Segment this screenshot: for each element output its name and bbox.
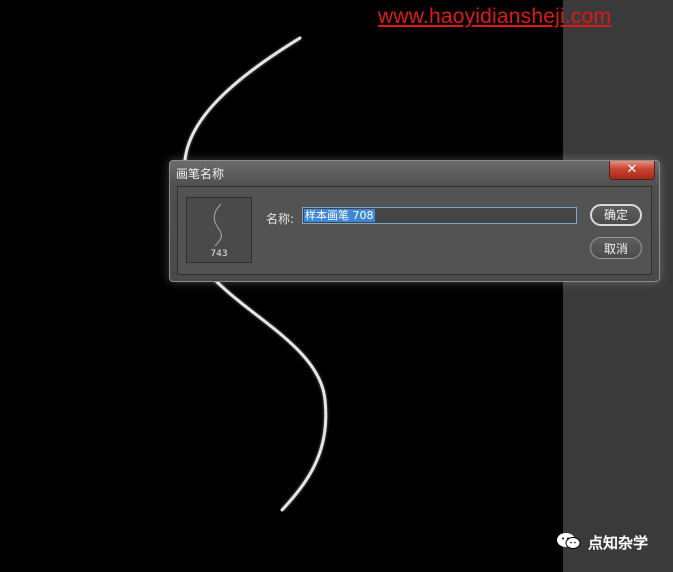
brush-name-dialog: 画笔名称 ✕ 743 名称: 样本画笔 708 确定 取消 [169,160,660,282]
close-icon: ✕ [626,162,638,177]
cancel-button[interactable]: 取消 [590,237,642,259]
brush-stroke-curve [182,36,328,512]
name-label: 名称: [266,212,295,226]
close-button[interactable]: ✕ [609,161,655,180]
right-panel-area [563,0,673,572]
brush-name-input[interactable]: 样本画笔 708 [302,207,577,224]
brush-name-value: 样本画笔 708 [304,209,375,222]
dialog-title: 画笔名称 [176,167,225,181]
dialog-body: 743 名称: 样本画笔 708 确定 取消 [177,186,652,275]
dialog-titlebar[interactable]: 画笔名称 ✕ [170,161,659,185]
brush-preview-stroke [213,203,222,247]
brush-preview-thumbnail: 743 [186,197,252,263]
document-canvas[interactable] [0,0,563,572]
ok-button[interactable]: 确定 [590,204,642,226]
brand-name: 点知杂学 [588,534,649,552]
brush-preview-number: 743 [210,249,228,259]
wechat-icon [557,533,581,549]
watermark-url: www.haoyidiansheji.com [378,5,612,28]
